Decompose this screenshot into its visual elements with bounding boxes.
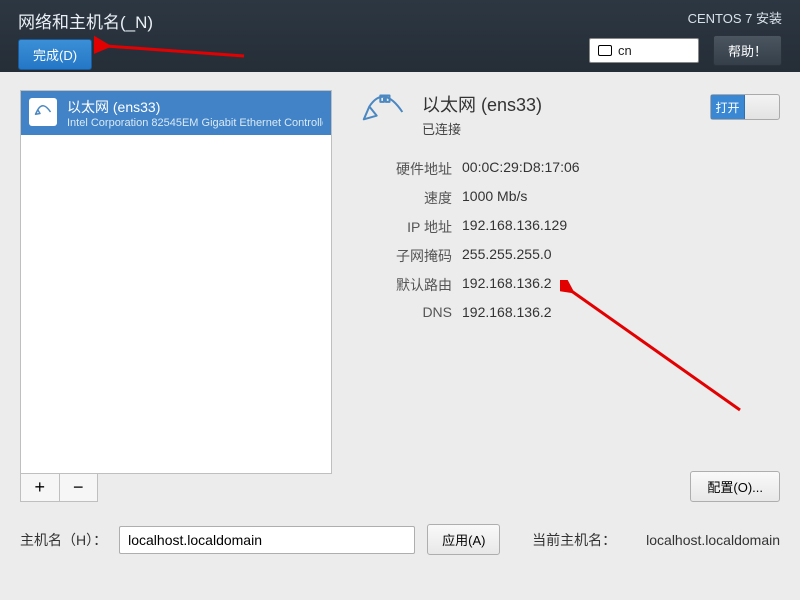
keyboard-layout-selector[interactable]: cn xyxy=(589,38,699,63)
gateway-label: 默认路由 xyxy=(368,275,452,295)
hw-address-label: 硬件地址 xyxy=(368,159,452,179)
interface-subtitle: Intel Corporation 82545EM Gigabit Ethern… xyxy=(67,117,323,129)
toggle-on-label: 打开 xyxy=(711,95,745,119)
detail-title: 以太网 (ens33) xyxy=(422,91,542,117)
current-hostname-value: localhost.localdomain xyxy=(646,532,780,548)
header-bar: 网络和主机名(_N) 完成(D) CENTOS 7 安装 cn 帮助！ xyxy=(0,0,800,72)
dns-value: 192.168.136.2 xyxy=(462,304,780,320)
page-title: 网络和主机名(_N) xyxy=(18,8,153,33)
gateway-value: 192.168.136.2 xyxy=(462,275,780,295)
current-hostname-label: 当前主机名： xyxy=(532,530,616,550)
installer-title: CENTOS 7 安装 xyxy=(688,8,782,27)
add-interface-button[interactable]: + xyxy=(21,474,60,501)
apply-hostname-button[interactable]: 应用(A) xyxy=(427,524,500,555)
connection-toggle[interactable]: 打开 xyxy=(710,94,780,120)
ip-address-value: 192.168.136.129 xyxy=(462,217,780,237)
hw-address-value: 00:0C:29:D8:17:06 xyxy=(462,159,780,179)
hostname-label: 主机名（H）： xyxy=(20,530,107,550)
speed-label: 速度 xyxy=(368,188,452,208)
detail-status: 已连接 xyxy=(422,119,542,138)
interface-name: 以太网 (ens33) xyxy=(67,97,323,117)
help-button[interactable]: 帮助！ xyxy=(713,35,782,66)
ethernet-large-icon xyxy=(362,90,406,139)
keyboard-icon xyxy=(598,45,612,56)
speed-value: 1000 Mb/s xyxy=(462,188,780,208)
subnet-mask-label: 子网掩码 xyxy=(368,246,452,266)
ethernet-icon xyxy=(29,98,57,126)
hostname-input[interactable] xyxy=(119,526,415,554)
dns-label: DNS xyxy=(368,304,452,320)
detail-grid: 硬件地址 00:0C:29:D8:17:06 速度 1000 Mb/s IP 地… xyxy=(368,159,780,320)
done-button[interactable]: 完成(D) xyxy=(18,39,92,70)
interface-item[interactable]: 以太网 (ens33) Intel Corporation 82545EM Gi… xyxy=(21,91,331,135)
interface-list: 以太网 (ens33) Intel Corporation 82545EM Gi… xyxy=(20,90,332,474)
configure-button[interactable]: 配置(O)... xyxy=(690,471,780,502)
keyboard-layout-label: cn xyxy=(618,43,632,58)
subnet-mask-value: 255.255.255.0 xyxy=(462,246,780,266)
remove-interface-button[interactable]: − xyxy=(60,474,98,501)
ip-address-label: IP 地址 xyxy=(368,217,452,237)
